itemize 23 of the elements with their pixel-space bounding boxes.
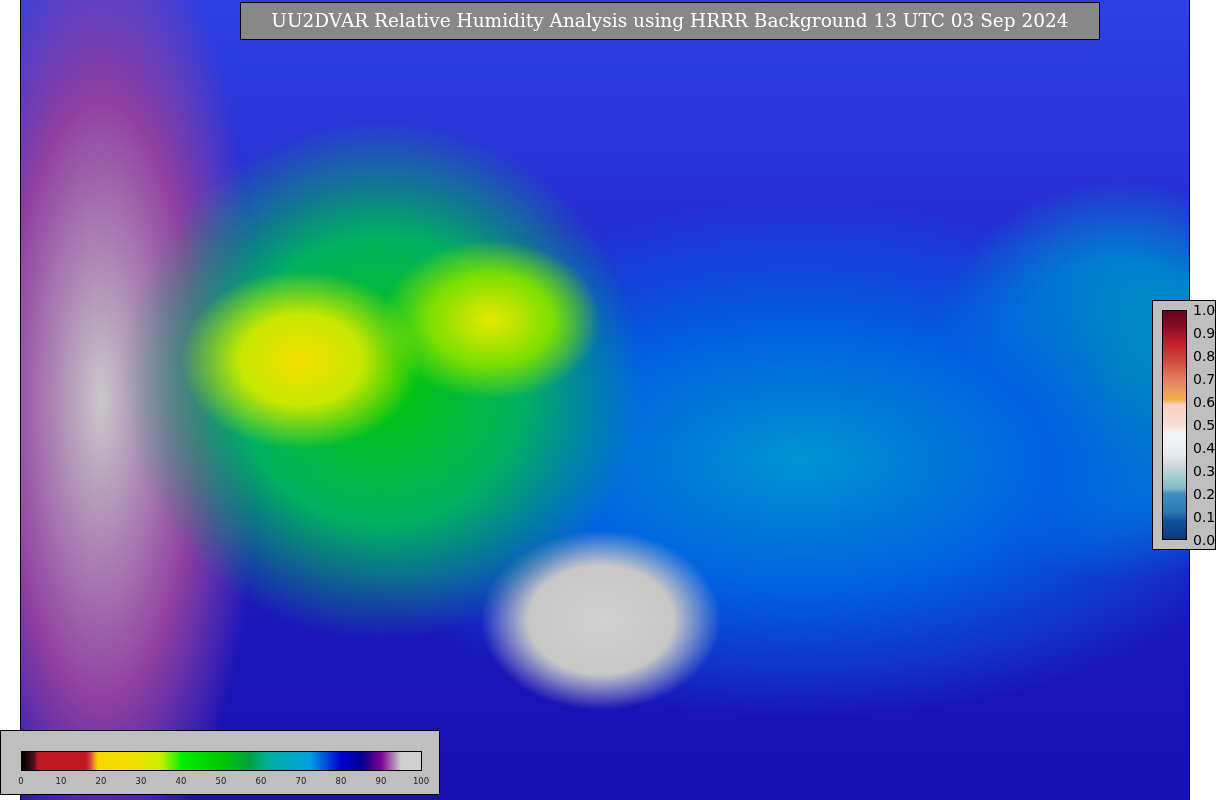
tick-label: 50 (215, 777, 227, 786)
tick-label: 0.7 (1193, 372, 1216, 386)
tick-label: 10 (55, 777, 67, 786)
tick-label: 0.8 (1193, 349, 1216, 363)
tick-label: 0.4 (1193, 441, 1216, 455)
tick-label: 0.1 (1193, 510, 1216, 524)
tick-label: 30 (135, 777, 147, 786)
tick-label: 0.2 (1193, 487, 1216, 501)
tick-label: 60 (255, 777, 267, 786)
tick-label: 0.9 (1193, 326, 1216, 340)
map-title: UU2DVAR Relative Humidity Analysis using HRRR Background 13 UTC 03 Sep 2024 (240, 2, 1100, 40)
tick-label: 70 (295, 777, 307, 786)
tick-label: 0.6 (1193, 395, 1216, 409)
tick-label: 100 (412, 777, 430, 786)
tick-label: 1.0 (1193, 303, 1216, 317)
tick-label: 90 (375, 777, 387, 786)
tick-label: 0 (18, 777, 24, 786)
tick-label: 40 (175, 777, 187, 786)
tick-label: 20 (95, 777, 107, 786)
tick-label: 80 (335, 777, 347, 786)
tick-label: 0.3 (1193, 464, 1216, 478)
tick-label: 0.0 (1193, 533, 1216, 547)
tick-label: 0.5 (1193, 418, 1216, 432)
